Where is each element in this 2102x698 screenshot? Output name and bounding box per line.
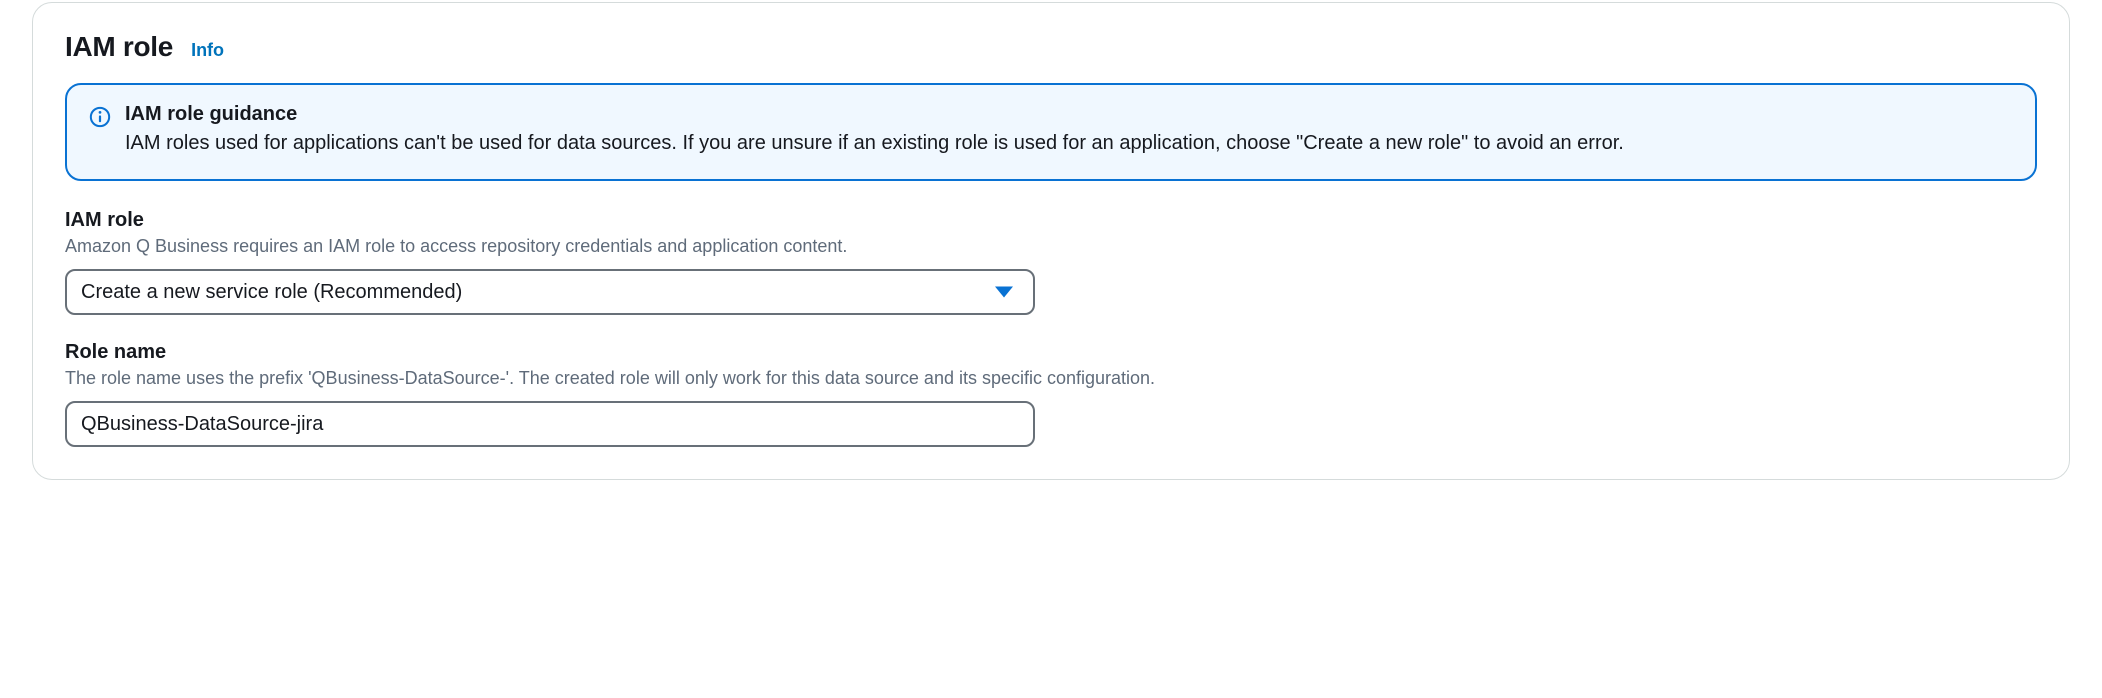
alert-content: IAM role guidance IAM roles used for app… [125, 103, 2013, 159]
role-name-hint: The role name uses the prefix 'QBusiness… [65, 366, 2037, 391]
panel-title: IAM role [65, 31, 173, 63]
iam-role-panel: IAM role Info IAM role guidance IAM role… [32, 2, 2070, 480]
role-name-input[interactable] [65, 401, 1035, 447]
iam-role-select[interactable]: Create a new service role (Recommended) [65, 269, 1035, 315]
info-link[interactable]: Info [191, 40, 224, 61]
iam-role-hint: Amazon Q Business requires an IAM role t… [65, 234, 2037, 259]
iam-role-label: IAM role [65, 209, 2037, 232]
info-icon [89, 106, 111, 128]
alert-body: IAM roles used for applications can't be… [125, 128, 2013, 159]
iam-role-select-wrapper: Create a new service role (Recommended) [65, 269, 1035, 315]
panel-header: IAM role Info [65, 31, 2037, 63]
role-name-label: Role name [65, 341, 2037, 364]
alert-title: IAM role guidance [125, 103, 2013, 126]
role-name-field: Role name The role name uses the prefix … [65, 341, 2037, 447]
guidance-alert: IAM role guidance IAM roles used for app… [65, 83, 2037, 181]
iam-role-field: IAM role Amazon Q Business requires an I… [65, 209, 2037, 315]
